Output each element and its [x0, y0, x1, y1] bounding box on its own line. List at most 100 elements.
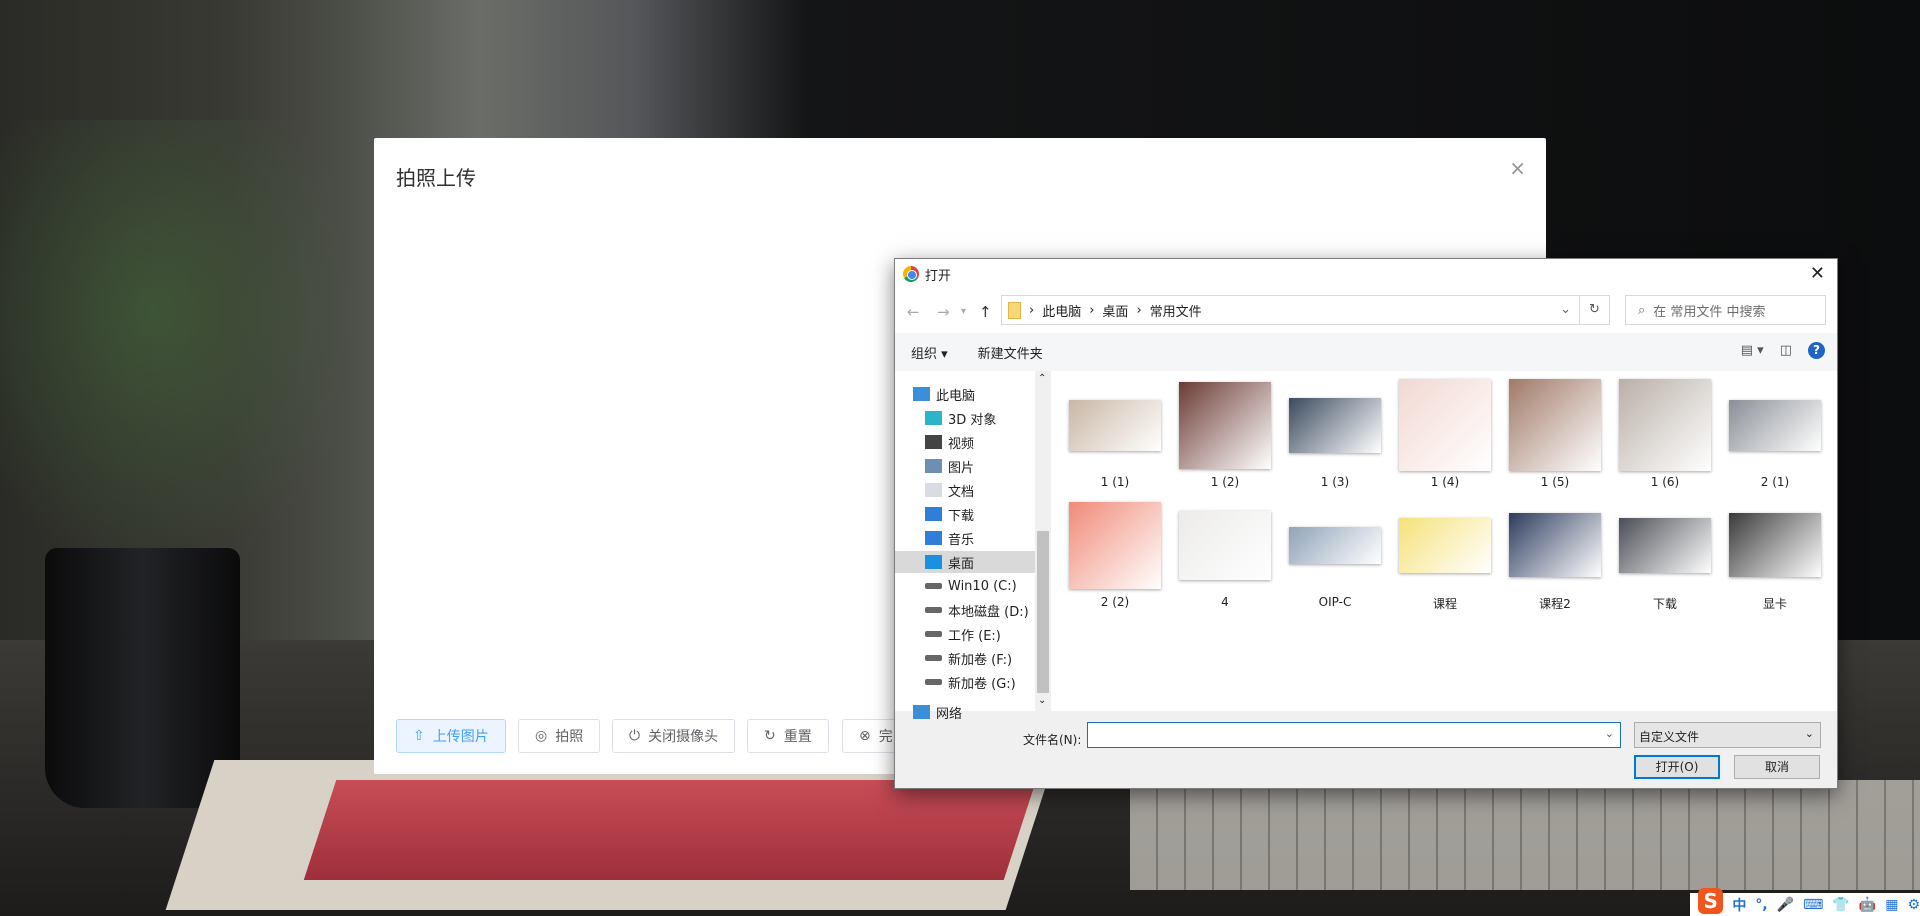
- button-icon: ↻: [764, 728, 776, 744]
- breadcrumb-separator: ›: [1029, 302, 1035, 318]
- file-name: 1 (6): [1650, 475, 1680, 489]
- breadcrumb-item[interactable]: 桌面: [1102, 301, 1128, 320]
- file-item[interactable]: 1 (1): [1065, 379, 1165, 489]
- desktop-icon: [925, 555, 942, 569]
- file-item[interactable]: 1 (3): [1285, 379, 1385, 489]
- chevron-down-icon[interactable]: ⌄: [1605, 727, 1614, 740]
- tray-item-6[interactable]: ▦: [1885, 897, 1898, 913]
- new-folder-button[interactable]: 新建文件夹: [978, 343, 1043, 362]
- search-input[interactable]: ⌕ 在 常用文件 中搜索: [1625, 295, 1826, 325]
- chevron-down-icon: ⌄: [1804, 727, 1814, 740]
- breadcrumb-separator: ›: [1136, 302, 1142, 318]
- file-thumbnail: [1729, 499, 1821, 591]
- cancel-button[interactable]: 取消: [1734, 755, 1820, 779]
- button-icon: ⇧: [413, 728, 425, 744]
- sidebar-item[interactable]: 新加卷 (G:): [895, 671, 1035, 693]
- preview-pane-icon[interactable]: ◫: [1780, 343, 1792, 358]
- file-item[interactable]: 2 (2): [1065, 499, 1165, 609]
- modal-button-1[interactable]: ◎ 拍照: [518, 719, 601, 753]
- background-books: [303, 780, 1037, 880]
- dialog-footer: 文件名(N): ⌄ 自定义文件 ⌄ 打开(O) 取消: [895, 711, 1837, 789]
- nav-scrollbar[interactable]: ⌃ ⌄: [1035, 371, 1051, 711]
- modal-button-3[interactable]: ↻ 重置: [747, 719, 829, 753]
- sidebar-item[interactable]: 下载: [895, 503, 1035, 525]
- tray-item-3[interactable]: ⌨: [1803, 897, 1823, 913]
- chevron-down-icon[interactable]: ⌄: [1560, 302, 1571, 317]
- file-item[interactable]: 1 (6): [1615, 379, 1715, 489]
- forward-arrow-icon[interactable]: →: [937, 303, 950, 321]
- sidebar-item[interactable]: 桌面: [895, 551, 1035, 573]
- sidebar-item[interactable]: 新加卷 (F:): [895, 647, 1035, 669]
- file-item[interactable]: 1 (5): [1505, 379, 1605, 489]
- open-button[interactable]: 打开(O): [1634, 755, 1720, 779]
- file-thumbnail: [1179, 499, 1271, 591]
- file-item[interactable]: 课程2: [1505, 499, 1605, 612]
- tray-item-7[interactable]: ⚙: [1907, 897, 1920, 913]
- recent-chevron-icon[interactable]: ▾: [961, 306, 966, 317]
- help-icon[interactable]: ?: [1808, 342, 1825, 359]
- dialog-titlebar: 打开 ✕: [895, 259, 1837, 289]
- tray-item-5[interactable]: 🤖: [1859, 897, 1876, 913]
- document-icon: [925, 483, 942, 497]
- tray-item-2[interactable]: 🎤: [1777, 897, 1794, 913]
- picture-icon: [925, 459, 942, 473]
- dialog-close-button[interactable]: ✕: [1810, 263, 1825, 284]
- modal-close-button[interactable]: ×: [1509, 156, 1526, 180]
- file-item[interactable]: 显卡: [1725, 499, 1825, 612]
- file-item[interactable]: 1 (4): [1395, 379, 1495, 489]
- sidebar-item[interactable]: 图片: [895, 455, 1035, 477]
- sidebar-item[interactable]: 此电脑: [895, 383, 1035, 405]
- file-name: 课程2: [1539, 597, 1571, 611]
- file-thumbnail: [1289, 499, 1381, 591]
- file-thumbnail: [1289, 379, 1381, 471]
- search-placeholder: 在 常用文件 中搜索: [1653, 304, 1766, 320]
- file-item[interactable]: 下载: [1615, 499, 1715, 612]
- file-item[interactable]: 4: [1175, 499, 1275, 609]
- back-arrow-icon[interactable]: ←: [907, 303, 920, 321]
- file-name: OIP-C: [1318, 595, 1352, 609]
- sogou-ime-icon[interactable]: S: [1698, 887, 1724, 914]
- tray-item-0[interactable]: 中: [1732, 895, 1746, 915]
- modal-button-4[interactable]: ⊗ 完: [842, 719, 902, 753]
- filename-input[interactable]: ⌄: [1087, 722, 1621, 748]
- view-options-icon[interactable]: ▤ ▾: [1741, 343, 1764, 358]
- file-thumbnail: [1619, 379, 1711, 471]
- sidebar-item[interactable]: 工作 (E:): [895, 623, 1035, 645]
- sidebar-item[interactable]: Win10 (C:): [895, 575, 1035, 597]
- breadcrumb-item[interactable]: 此电脑: [1042, 301, 1081, 320]
- sidebar-item[interactable]: 音乐: [895, 527, 1035, 549]
- sidebar-item[interactable]: 视频: [895, 431, 1035, 453]
- file-name: 1 (2): [1210, 475, 1240, 489]
- organize-button[interactable]: 组织 ▾: [911, 343, 948, 362]
- modal-button-0[interactable]: ⇧ 上传图片: [396, 719, 506, 753]
- address-row: ← → ▾ ↑ › 此电脑 › 桌面 › 常用文件 ⌄ ↻ ⌕ 在 常用文件 中搜索: [895, 289, 1837, 333]
- scroll-down-icon[interactable]: ⌄: [1038, 695, 1046, 706]
- file-item[interactable]: 课程: [1395, 499, 1495, 612]
- nav-scrollbar-thumb[interactable]: [1037, 531, 1049, 693]
- file-item[interactable]: 1 (2): [1175, 379, 1275, 489]
- scroll-up-icon[interactable]: ⌃: [1038, 373, 1046, 384]
- file-item[interactable]: OIP-C: [1285, 499, 1385, 609]
- background-keyboard: [1130, 780, 1920, 890]
- file-type-select[interactable]: 自定义文件 ⌄: [1634, 722, 1821, 748]
- breadcrumb-item[interactable]: 常用文件: [1150, 301, 1202, 320]
- sidebar-item-label: 文档: [948, 484, 975, 500]
- sidebar-item[interactable]: 文档: [895, 479, 1035, 501]
- up-arrow-icon[interactable]: ↑: [979, 303, 992, 321]
- sidebar-item[interactable]: 3D 对象: [895, 407, 1035, 429]
- modal-title: 拍照上传: [396, 166, 476, 190]
- dialog-content: ⌃ ⌄ 此电脑 3D 对象 视频 图片 文档 下载 音乐 桌面 Win10 (C:) 本地磁盘 (…: [895, 371, 1837, 722]
- breadcrumb-separator: ›: [1089, 302, 1095, 318]
- drive-icon: [925, 655, 942, 661]
- refresh-icon[interactable]: ↻: [1579, 296, 1609, 324]
- sidebar-item-label: 下载: [948, 508, 975, 524]
- navigation-pane: ⌃ ⌄ 此电脑 3D 对象 视频 图片文档下载音乐 桌面 Win10 (C:) 本地磁盘 (…: [895, 371, 1052, 722]
- sidebar-item[interactable]: 本地磁盘 (D:): [895, 599, 1035, 621]
- file-name: 显卡: [1762, 597, 1787, 611]
- file-type-value: 自定义文件: [1639, 730, 1700, 744]
- modal-button-2[interactable]: ⏻ 关闭摄像头: [612, 719, 736, 753]
- file-item[interactable]: 2 (1): [1725, 379, 1825, 489]
- tray-item-1[interactable]: °,: [1755, 897, 1767, 913]
- address-bar[interactable]: › 此电脑 › 桌面 › 常用文件 ⌄ ↻: [1001, 295, 1610, 325]
- tray-item-4[interactable]: 👕: [1832, 897, 1849, 913]
